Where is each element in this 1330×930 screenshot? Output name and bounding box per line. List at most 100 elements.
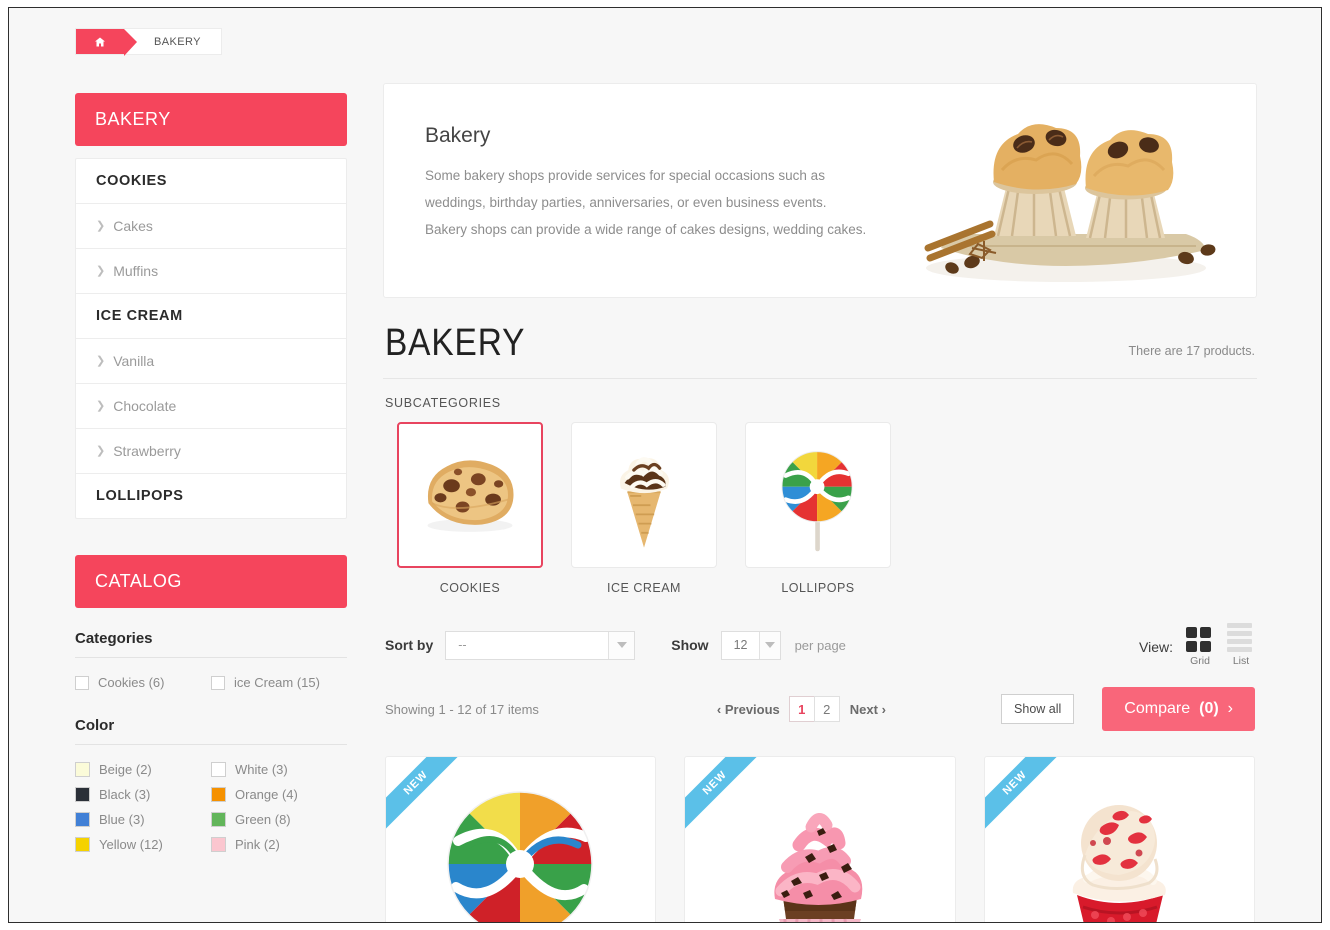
sort-by-label: Sort by (385, 637, 434, 653)
filter-option-label: Black (3) (99, 787, 151, 802)
pagination: ‹ Previous 1 2 Next › (707, 696, 896, 722)
product-grid: NEW NEW NEW (383, 731, 1257, 922)
filter-option-color[interactable]: Black (3) (75, 782, 211, 807)
sidebar-item-strawberry[interactable]: ❯ Strawberry (76, 429, 346, 474)
filter-option-label: Beige (2) (99, 762, 152, 777)
show-per-page-select[interactable]: 12 (720, 630, 781, 660)
sidebar-item-chocolate[interactable]: ❯ Chocolate (76, 384, 346, 429)
filter-option-color[interactable]: Blue (3) (75, 807, 211, 832)
compare-count: (0) (1199, 700, 1219, 717)
sidebar-item-label: Strawberry (113, 443, 181, 459)
sidebar-item-lollipops[interactable]: LOLLIPOPS (76, 474, 346, 518)
filter-option-ice-cream[interactable]: ice Cream (15) (211, 670, 347, 695)
cookie-image (427, 460, 514, 532)
category-page: BAKERY BAKERY COOKIES ❯ Cakes ❯ Muffins … (9, 8, 1321, 922)
color-swatch-icon[interactable] (211, 837, 226, 852)
color-swatch-icon[interactable] (75, 812, 90, 827)
product-card[interactable]: NEW (684, 756, 956, 922)
page-title: BAKERY (385, 322, 526, 364)
sort-by-select[interactable]: -- (445, 630, 636, 660)
color-swatch-icon[interactable] (75, 787, 90, 802)
product-card[interactable]: NEW (983, 756, 1255, 922)
checkbox-icon[interactable] (75, 675, 89, 690)
subcategory-label: ICE CREAM (607, 581, 681, 595)
filter-group-color: Color Beige (2) White (3) Black (3) Orange … (75, 717, 347, 857)
lollipop-image (781, 451, 853, 552)
strawberry-ice-cream-cup-image (1072, 804, 1166, 922)
chevron-right-icon: ❯ (96, 444, 106, 457)
sidebar-item-label: Chocolate (113, 398, 177, 414)
filter-title-categories: Categories (75, 630, 153, 647)
sidebar: BAKERY COOKIES ❯ Cakes ❯ Muffins ICE CRE… (75, 93, 347, 857)
chevron-down-icon[interactable] (608, 631, 635, 659)
subcategory-label: LOLLIPOPS (781, 581, 855, 595)
sidebar-item-cakes[interactable]: ❯ Cakes (76, 204, 346, 249)
breadcrumb-current: BAKERY (154, 35, 201, 48)
filter-group-categories: Categories Cookies (6) ice Cream (15) (75, 630, 347, 695)
filter-option-color[interactable]: Beige (2) (75, 757, 211, 782)
divider (75, 657, 347, 658)
filter-option-label: Yellow (12) (99, 837, 163, 852)
showing-count: Showing 1 - 12 of 17 items (385, 701, 539, 717)
sidebar-item-cookies[interactable]: COOKIES (76, 159, 346, 204)
main-content: Bakery Some bakery shops provide service… (383, 83, 1257, 922)
sidebar-item-label: ICE CREAM (96, 308, 183, 324)
subcategory-cookies[interactable]: COOKIES (397, 422, 543, 595)
category-header: BAKERY There are 17 products. (383, 298, 1257, 379)
color-swatch-icon[interactable] (211, 812, 226, 827)
subcategory-lollipops[interactable]: LOLLIPOPS (745, 422, 891, 595)
view-list-label: List (1232, 655, 1250, 667)
breadcrumb: BAKERY (75, 28, 222, 56)
filter-option-label: Green (8) (235, 812, 291, 827)
sidebar-item-muffins[interactable]: ❯ Muffins (76, 249, 346, 294)
pink-cupcake-image (774, 812, 863, 922)
subcategory-ice-cream[interactable]: ICE CREAM (571, 422, 717, 595)
subcategories-label: SUBCATEGORIES (385, 396, 501, 410)
color-swatch-icon[interactable] (75, 762, 90, 777)
breadcrumb-home-link[interactable] (76, 29, 137, 56)
banner-line-2: weddings, birthday parties, anniversarie… (425, 195, 827, 210)
per-page-label: per page (794, 637, 846, 653)
show-label: Show (671, 637, 709, 653)
banner-line-1: Some bakery shops provide services for s… (425, 168, 825, 183)
browser-viewport: BAKERY BAKERY COOKIES ❯ Cakes ❯ Muffins … (8, 7, 1322, 923)
filter-title-color: Color (75, 717, 115, 734)
divider (75, 744, 347, 745)
color-swatch-icon[interactable] (75, 837, 90, 852)
filter-option-cookies[interactable]: Cookies (6) (75, 670, 211, 695)
sidebar-categories-title: BAKERY (75, 93, 347, 146)
product-toolbar: Sort by -- Show 12 per page View: Grid L… (383, 595, 1257, 667)
grid-icon (1186, 627, 1214, 652)
filter-option-color[interactable]: Green (8) (211, 807, 347, 832)
checkbox-icon[interactable] (211, 675, 225, 690)
sidebar-item-vanilla[interactable]: ❯ Vanilla (76, 339, 346, 384)
subcategory-label: COOKIES (439, 581, 501, 595)
category-banner: Bakery Some bakery shops provide service… (383, 83, 1257, 298)
page-1-button[interactable]: 1 (788, 696, 815, 722)
previous-page-button[interactable]: ‹ Previous (707, 702, 790, 717)
product-card[interactable]: NEW (385, 756, 657, 922)
filter-option-label: White (3) (235, 762, 288, 777)
sidebar-item-label: COOKIES (96, 173, 168, 189)
rainbow-lollipop-image (447, 790, 593, 922)
color-swatch-icon[interactable] (211, 787, 226, 802)
sidebar-item-ice-cream[interactable]: ICE CREAM (76, 294, 346, 339)
color-filter-grid: Beige (2) White (3) Black (3) Orange (4) Blu… (75, 757, 347, 857)
page-2-button[interactable]: 2 (813, 696, 840, 722)
next-page-button[interactable]: Next › (840, 702, 896, 717)
view-label: View: (1139, 639, 1173, 655)
filter-option-color[interactable]: Pink (2) (211, 832, 347, 857)
show-all-button[interactable]: Show all (1001, 694, 1075, 724)
filter-option-color[interactable]: White (3) (211, 757, 347, 782)
filter-option-color[interactable]: Orange (4) (211, 782, 347, 807)
sidebar-item-label: Muffins (113, 263, 159, 279)
catalog-filter-block: CATALOG Categories Cookies (6) ice Cream… (75, 555, 347, 857)
filter-option-color[interactable]: Yellow (12) (75, 832, 211, 857)
filter-option-label: Blue (3) (99, 812, 145, 827)
chevron-down-icon[interactable] (759, 631, 780, 659)
color-swatch-icon[interactable] (211, 762, 226, 777)
view-grid-button[interactable]: Grid (1186, 627, 1214, 667)
view-list-button[interactable]: List (1227, 623, 1255, 667)
compare-button[interactable]: Compare (0) › (1102, 687, 1255, 731)
chevron-right-icon: ❯ (96, 264, 106, 277)
